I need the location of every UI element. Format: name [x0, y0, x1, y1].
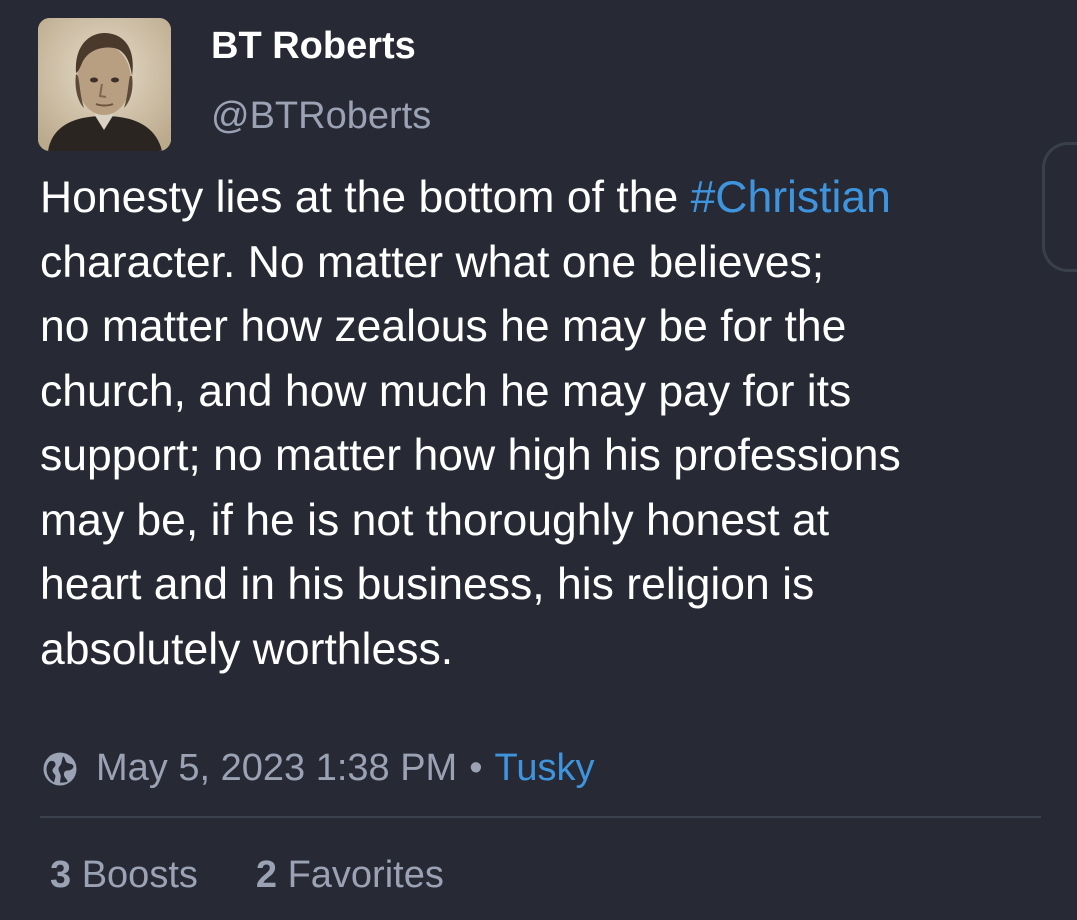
account-handle[interactable]: @BTRoberts [211, 94, 431, 138]
favorites-stat[interactable]: 2 Favorites [256, 852, 444, 898]
meta-separator: • [469, 746, 483, 789]
application-link[interactable]: Tusky [495, 747, 595, 790]
display-name[interactable]: BT Roberts [211, 24, 416, 68]
favorites-count: 2 [255, 854, 278, 896]
status-stats: 3 Boosts 2 Favorites [50, 852, 444, 898]
avatar[interactable] [38, 18, 171, 151]
hashtag-link[interactable]: #Christian [691, 173, 891, 222]
side-panel-handle[interactable] [1042, 142, 1077, 272]
portrait-photo-icon [38, 18, 171, 151]
status-content: Honesty lies at the bottom of the #Chris… [40, 166, 1040, 682]
boosts-count: 3 [50, 854, 72, 896]
status-line-6: may be, if he is not thoroughly honest a… [40, 495, 830, 545]
status-line-4: church, and how much he may pay for its [40, 366, 852, 416]
divider [40, 816, 1041, 818]
status-line-7: heart and in his business, his religion … [40, 560, 815, 609]
favorites-label: Favorites [287, 854, 444, 896]
status-text-start: Honesty lies at the bottom of the [40, 173, 691, 222]
boosts-label: Boosts [81, 854, 198, 896]
status-line-2: character. No matter what one believes; [40, 237, 825, 287]
status-line-5: support; no matter how high his professi… [40, 431, 901, 480]
status-line-8: absolutely worthless. [40, 624, 454, 674]
globe-icon [43, 752, 77, 786]
boosts-stat[interactable]: 3 Boosts [50, 852, 198, 898]
status-line-1: Honesty lies at the bottom of the #Chris… [40, 166, 1040, 231]
status-meta: May 5, 2023 1:38 PM • Tusky [42, 744, 594, 792]
timestamp: May 5, 2023 1:38 PM [96, 746, 458, 789]
status-line-3: no matter how zealous he may be for the [40, 302, 847, 351]
